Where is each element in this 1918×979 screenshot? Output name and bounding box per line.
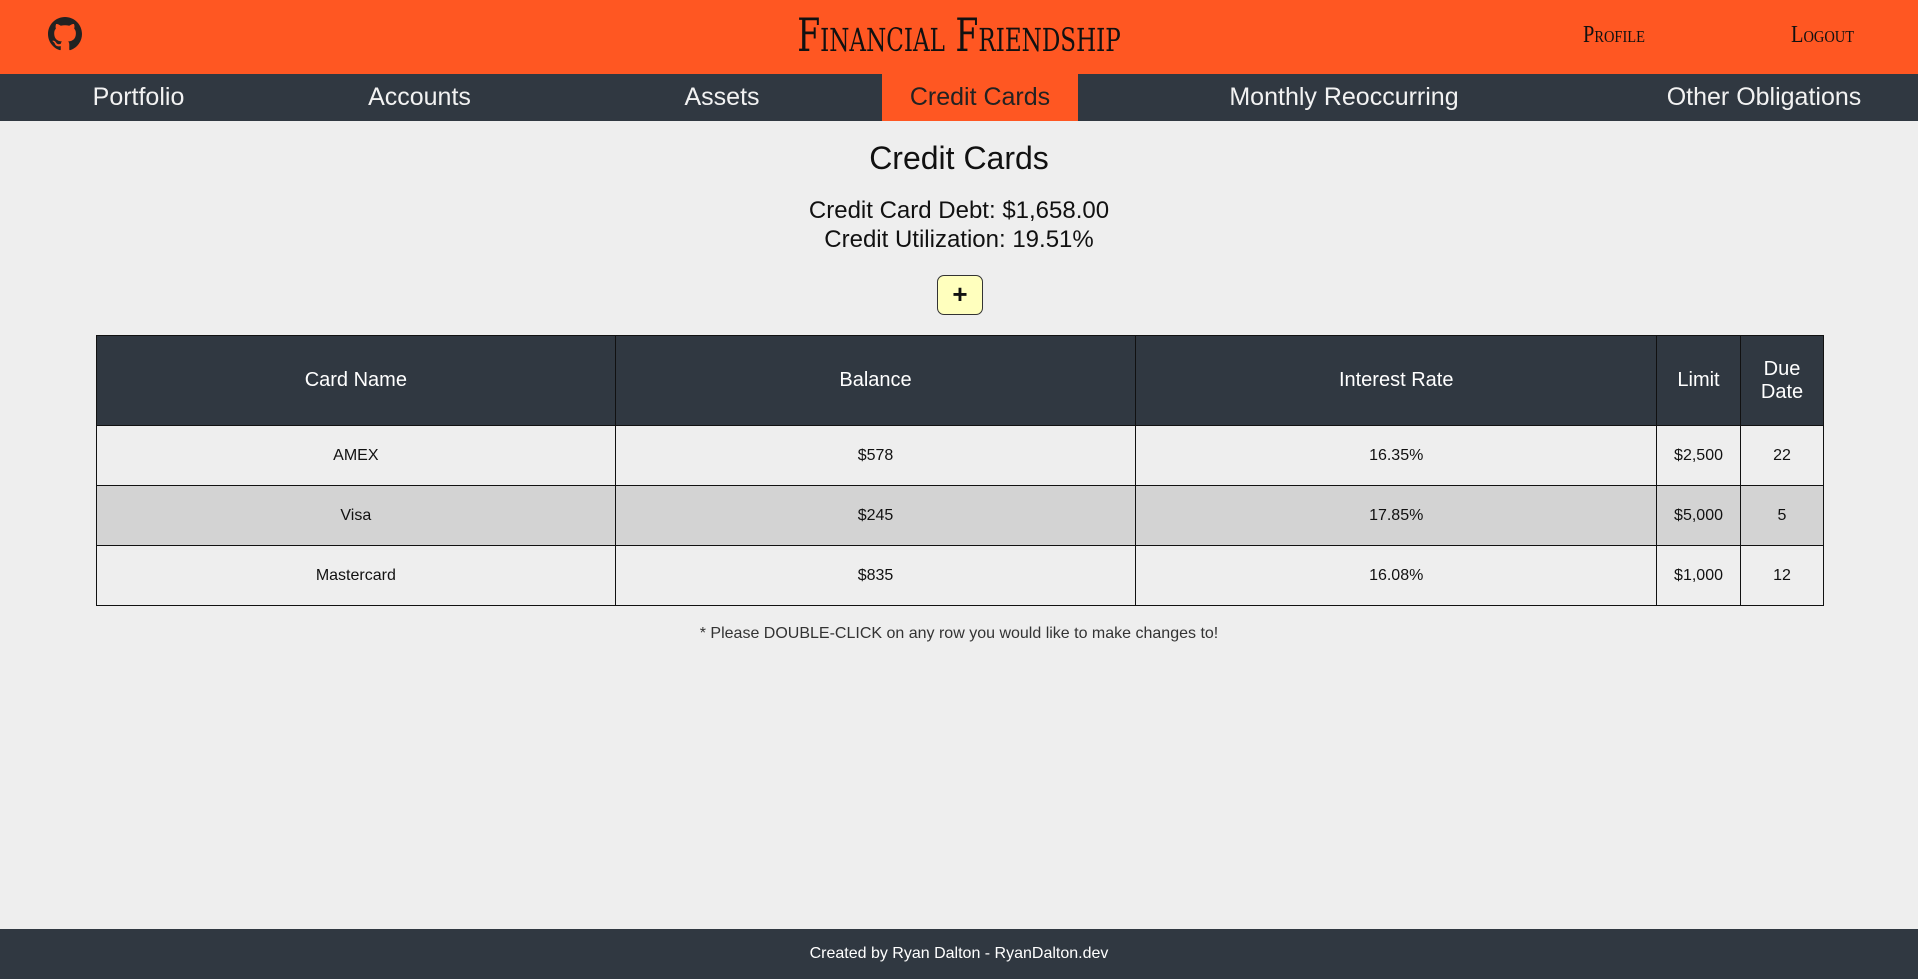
- table-row[interactable]: AMEX $578 16.35% $2,500 22: [96, 425, 1824, 486]
- logout-link[interactable]: Logout: [1791, 22, 1854, 49]
- header-balance[interactable]: Balance: [614, 335, 1137, 426]
- credit-cards-table: Card Name Balance Interest Rate Limit Du…: [96, 335, 1824, 606]
- github-icon[interactable]: [48, 17, 82, 51]
- table-row[interactable]: Visa $245 17.85% $5,000 5: [96, 485, 1824, 546]
- header-interest-rate[interactable]: Interest Rate: [1135, 335, 1658, 426]
- cell-due-date: 5: [1740, 485, 1824, 546]
- edit-instruction-note: * Please DOUBLE-CLICK on any row you wou…: [699, 625, 1219, 642]
- cell-card-name: Visa: [96, 485, 616, 546]
- table-header-row: Card Name Balance Interest Rate Limit Du…: [96, 335, 1824, 426]
- cell-balance: $835: [614, 545, 1137, 606]
- cell-interest-rate: 16.35%: [1135, 425, 1658, 486]
- brand-title[interactable]: Financial Friendship: [269, 8, 1650, 62]
- cell-balance: $578: [614, 425, 1137, 486]
- cell-interest-rate: 17.85%: [1135, 485, 1658, 546]
- nav-item-credit-cards[interactable]: Credit Cards: [882, 74, 1078, 121]
- cell-interest-rate: 16.08%: [1135, 545, 1658, 606]
- credit-utilization: Credit Utilization: 19.51%: [824, 226, 1094, 253]
- add-card-button[interactable]: +: [937, 275, 983, 315]
- header-card-name[interactable]: Card Name: [96, 335, 616, 426]
- footer-credit[interactable]: Created by Ryan Dalton - RyanDalton.dev: [810, 945, 1109, 962]
- main-nav: Portfolio Accounts Assets Credit Cards M…: [0, 74, 1918, 121]
- cell-limit: $1,000: [1656, 545, 1741, 606]
- credit-card-debt: Credit Card Debt: $1,658.00: [808, 197, 1110, 224]
- page-title: Credit Cards: [869, 140, 1049, 176]
- header-limit[interactable]: Limit: [1656, 335, 1741, 426]
- footer: Created by Ryan Dalton - RyanDalton.dev: [0, 929, 1918, 979]
- cell-limit: $2,500: [1656, 425, 1741, 486]
- table-row[interactable]: Mastercard $835 16.08% $1,000 12: [96, 545, 1824, 606]
- cell-due-date: 22: [1740, 425, 1824, 486]
- cell-card-name: AMEX: [96, 425, 616, 486]
- cell-card-name: Mastercard: [96, 545, 616, 606]
- nav-item-monthly-reoccurring[interactable]: Monthly Reoccurring: [1078, 74, 1610, 121]
- nav-item-portfolio[interactable]: Portfolio: [0, 74, 277, 121]
- header-due-date[interactable]: Due Date: [1740, 335, 1824, 426]
- profile-link[interactable]: Profile: [1583, 22, 1645, 49]
- cell-due-date: 12: [1740, 545, 1824, 606]
- nav-item-assets[interactable]: Assets: [562, 74, 882, 121]
- cell-limit: $5,000: [1656, 485, 1741, 546]
- nav-item-other-obligations[interactable]: Other Obligations: [1610, 74, 1918, 121]
- top-header: Financial Friendship Profile Logout: [0, 0, 1918, 74]
- nav-item-accounts[interactable]: Accounts: [277, 74, 562, 121]
- cell-balance: $245: [614, 485, 1137, 546]
